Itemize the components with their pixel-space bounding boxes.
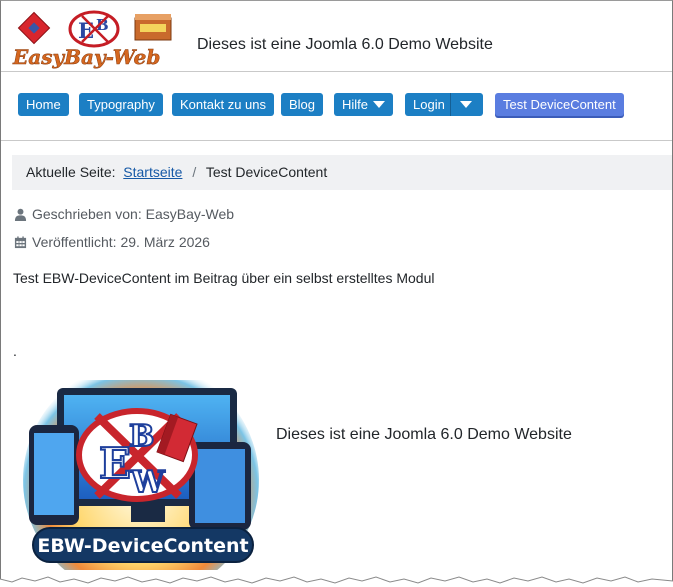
ebw-devicecontent-banner-text: EBW-DeviceContent <box>37 535 248 557</box>
breadcrumb: Aktuelle Seite: Startseite / Test Device… <box>12 155 672 190</box>
site-title: Dieses ist eine Joomla 6.0 Demo Website <box>197 36 493 53</box>
ebw-devicecontent-logo: E B W EBW-DeviceContent <box>19 362 264 587</box>
main-navigation: Home Typography Kontakt zu uns Blog Hilf… <box>1 72 672 140</box>
nav-hilfe-button[interactable]: Hilfe <box>334 93 394 116</box>
svg-text:W: W <box>130 465 166 500</box>
calendar-icon <box>14 236 27 249</box>
nav-home-button[interactable]: Home <box>18 93 69 116</box>
breadcrumb-current: Test DeviceContent <box>205 164 328 180</box>
nav-typography-label: Typography <box>87 97 155 112</box>
article-author-text: Geschrieben von: EasyBay-Web <box>32 206 235 222</box>
chevron-down-icon <box>460 101 472 108</box>
module-text: Dieses ist eine Joomla 6.0 Demo Website <box>276 426 572 443</box>
site-logo[interactable]: E B EasyBay-Web <box>12 8 177 70</box>
breadcrumb-prefix: Aktuelle Seite: <box>26 164 116 180</box>
nav-home-label: Home <box>26 97 61 112</box>
nav-kontakt-button[interactable]: Kontakt zu uns <box>172 93 274 116</box>
article-body-text: Test EBW-DeviceContent im Beitrag über e… <box>13 270 435 286</box>
article-published: Veröffentlicht: 29. März 2026 <box>14 234 210 250</box>
nav-typography-button[interactable]: Typography <box>79 93 163 116</box>
nav-login-dropdown-toggle[interactable] <box>450 93 483 116</box>
article-author: Geschrieben von: EasyBay-Web <box>14 206 234 222</box>
nav-test-devicecontent-label: Test DeviceContent <box>503 97 616 112</box>
article-published-text: Veröffentlicht: 29. März 2026 <box>32 234 210 250</box>
logo-wordmark: EasyBay-Web <box>12 45 160 69</box>
nav-login-label: Login <box>413 97 445 112</box>
nav-kontakt-label: Kontakt zu uns <box>180 97 266 112</box>
breadcrumb-separator: / <box>192 164 197 180</box>
svg-text:E: E <box>99 439 131 488</box>
nav-blog-button[interactable]: Blog <box>281 93 324 116</box>
svg-text:B: B <box>129 419 154 454</box>
nav-divider <box>1 140 672 141</box>
article-dot: . <box>13 343 17 359</box>
nav-blog-label: Blog <box>289 97 316 112</box>
nav-hilfe-label: Hilfe <box>342 97 369 112</box>
user-icon <box>14 208 27 221</box>
torn-edge-decoration <box>0 576 673 587</box>
chevron-down-icon <box>373 101 386 108</box>
site-header: E B EasyBay-Web Dieses ist eine Joomla 6… <box>1 1 672 71</box>
nav-login-button[interactable]: Login <box>405 93 452 116</box>
nav-test-devicecontent-button[interactable]: Test DeviceContent <box>495 93 624 116</box>
breadcrumb-home-link[interactable]: Startseite <box>123 164 182 180</box>
